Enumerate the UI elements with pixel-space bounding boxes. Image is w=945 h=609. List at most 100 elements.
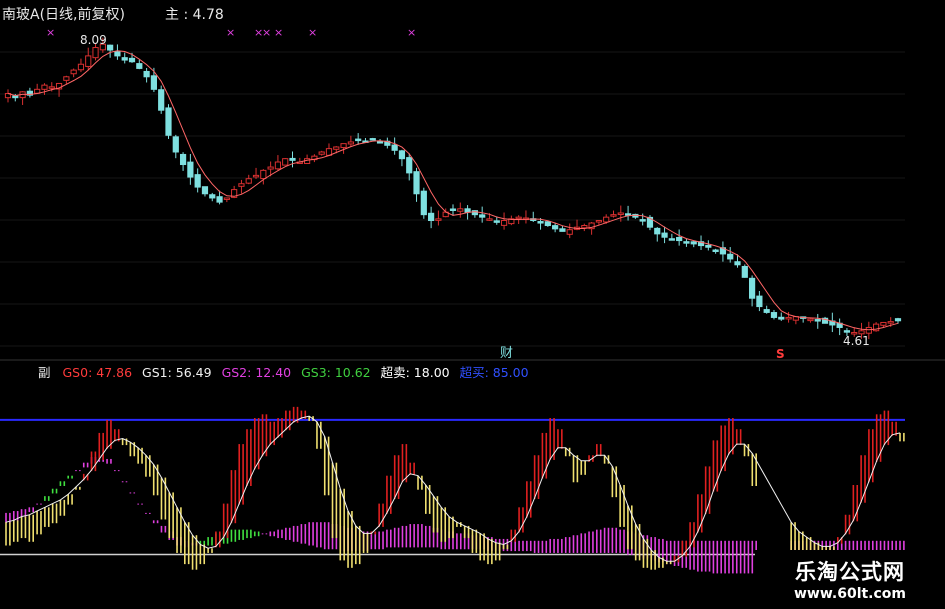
candle-body [12, 95, 19, 99]
candle-body [661, 232, 668, 238]
candle-body [624, 213, 632, 216]
high-price-label: 8.09 [80, 33, 107, 47]
candle-body [282, 158, 289, 166]
candle-body [843, 330, 851, 333]
stock-chart[interactable]: × × ×× × × × 8.09 4.61 财 S [0, 0, 945, 609]
candle-body [340, 143, 347, 149]
watermark-name: 乐淘公式网 [795, 560, 905, 584]
candle-body [158, 89, 165, 111]
candle-body [318, 151, 325, 155]
signal-mark: × [46, 26, 55, 39]
candle-body [85, 55, 92, 67]
earnings-event-label[interactable]: 财 [500, 346, 513, 361]
sub-panel-legend: 副 GS0: 47.86 GS1: 56.49 GS2: 12.40 GS3: … [38, 362, 535, 381]
signal-mark: × [274, 26, 283, 39]
candle-body [887, 321, 894, 324]
candle-body [486, 218, 493, 221]
signal-mark: × [262, 26, 271, 39]
candle-body [201, 186, 209, 195]
legend-oversold: 超卖: 18.00 [380, 365, 450, 380]
candle-body [705, 244, 712, 248]
candle-body [209, 194, 216, 199]
candle-body [457, 208, 464, 212]
candle-body [107, 44, 114, 51]
candle-body [756, 295, 763, 308]
candle-body [114, 51, 121, 57]
candle-body [595, 220, 603, 223]
candle-body [515, 216, 522, 220]
candle-body [413, 171, 420, 195]
candle-body [355, 138, 362, 142]
legend-gs2: GS2: 12.40 [221, 365, 292, 380]
candle-body [581, 225, 588, 229]
candle-body [785, 316, 792, 320]
candle-body [48, 86, 55, 89]
candle-body [41, 84, 48, 90]
candle-body [537, 221, 544, 224]
candle-body [406, 157, 413, 174]
candle-body [894, 318, 902, 322]
candle-body [814, 319, 821, 322]
candle-body [179, 153, 187, 166]
candle-body [610, 214, 617, 217]
candle-body [223, 197, 230, 200]
candle-body [376, 141, 384, 144]
signal-mark: × [308, 26, 317, 39]
candle-body [333, 146, 340, 150]
candle-body [770, 312, 778, 318]
candle-body [260, 169, 267, 180]
candle-body [683, 241, 690, 244]
candle-body [807, 318, 814, 322]
candle-body [289, 157, 296, 161]
candle-body [639, 219, 646, 222]
candle-body [727, 253, 734, 260]
candle-body [763, 309, 770, 313]
main-indicator-readout: 主 : 4.78 [165, 7, 224, 23]
candle-body [668, 238, 675, 241]
candle-body [150, 75, 158, 90]
signal-mark: × [407, 26, 416, 39]
low-price-label: 4.61 [843, 334, 870, 348]
candle-body [63, 76, 70, 81]
candle-body [274, 161, 282, 170]
legend-gs1: GS1: 56.49 [142, 365, 212, 380]
candle-body [420, 190, 427, 216]
candle-body [143, 70, 150, 78]
candle-body [194, 174, 201, 188]
candle-body [238, 183, 245, 187]
candle-body [748, 277, 756, 299]
legend-gs0: GS0: 47.86 [62, 365, 133, 380]
candle-body [544, 221, 551, 227]
candle-body [880, 321, 887, 326]
candle-body [77, 63, 85, 71]
candle-body [778, 316, 785, 320]
candle-body [741, 265, 748, 278]
legend-overbought: 超买: 85.00 [459, 365, 529, 380]
candle-body [712, 249, 719, 253]
candle-body [865, 326, 872, 334]
candle-body [172, 136, 179, 153]
site-watermark: 乐淘公式网 www.60lt.com [755, 550, 945, 609]
candle-body [187, 161, 194, 178]
candle-body [449, 208, 457, 211]
sell-signal-label[interactable]: S [776, 347, 785, 361]
candle-body [690, 241, 697, 245]
candle-body [136, 63, 143, 69]
candle-body [245, 178, 252, 184]
candle-body [500, 220, 508, 226]
watermark-url: www.60lt.com [793, 586, 907, 602]
candle-body [347, 141, 354, 145]
candle-body [552, 225, 559, 230]
candle-body [676, 236, 683, 242]
candle-body [128, 57, 136, 63]
candle-body [479, 214, 486, 218]
candle-body [369, 138, 376, 141]
candle-body [165, 107, 172, 136]
legend-gs3: GS3: 10.62 [301, 365, 371, 380]
candle-body [391, 144, 398, 151]
candle-body [121, 57, 128, 61]
candle-body [435, 218, 442, 221]
candle-body [252, 174, 260, 178]
candle-body [734, 261, 741, 266]
candle-body [654, 227, 661, 235]
